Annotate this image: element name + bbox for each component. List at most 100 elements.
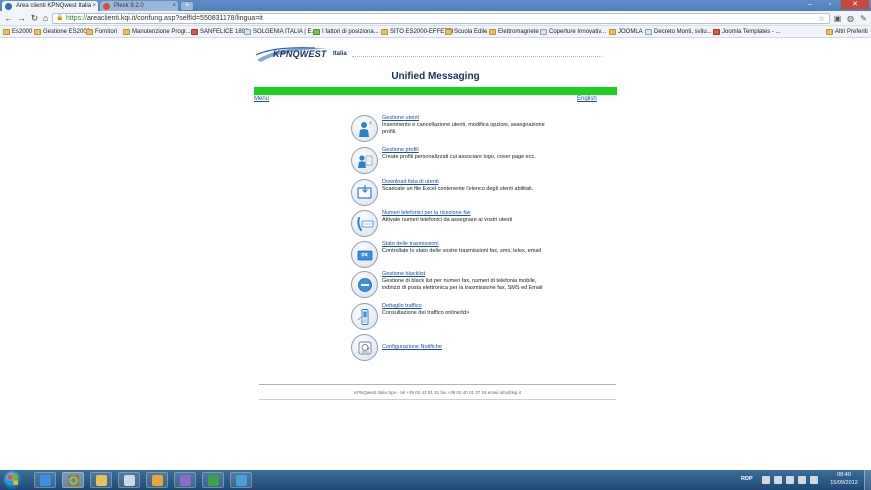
bookmark-elettromagnete[interactable]: Elettromagnete: [489, 27, 539, 37]
bookmark-label: Elettromagnete: [498, 29, 539, 35]
gestione-profili-link[interactable]: Gestione profili: [382, 147, 552, 154]
bookmark-decreto-monti[interactable]: Decreto Monti, svilu...: [645, 27, 712, 37]
home-button[interactable]: ⌂: [40, 13, 51, 24]
bookmark-joomla-templates[interactable]: Joomla Templates - ...: [713, 27, 781, 37]
forward-button[interactable]: →: [16, 13, 27, 24]
taskbar-app[interactable]: [230, 472, 252, 488]
address-bar[interactable]: 🔒 https://areaclienti.kqi.it/confung.asp…: [52, 13, 830, 24]
taskbar-app[interactable]: [174, 472, 196, 488]
taskbar-explorer[interactable]: [90, 472, 112, 488]
numeri-telefonici-link[interactable]: Numeri telefonici per la ricezione fax: [382, 210, 552, 217]
input-language[interactable]: RDP: [741, 476, 753, 482]
close-window-button[interactable]: ✕: [841, 0, 869, 9]
window-icon: [124, 475, 135, 486]
volume-icon[interactable]: [810, 476, 818, 484]
tab-close-icon[interactable]: ×: [92, 1, 96, 11]
tab-area-clienti[interactable]: Area clienti KPNQwest Italia ×: [2, 1, 98, 11]
bookmark-joomla[interactable]: JOOMLA: [609, 27, 643, 37]
bookmark-manutenzione[interactable]: Manutenzione Progr...: [123, 27, 191, 37]
folder-icon: [3, 29, 10, 35]
new-tab-button[interactable]: +: [181, 2, 193, 10]
reload-button[interactable]: ↻: [29, 13, 40, 24]
english-link[interactable]: English: [577, 96, 597, 102]
favicon-icon: [5, 3, 12, 10]
bookmark-gestione-es2000[interactable]: Gestione ES2000: [34, 27, 90, 37]
folder-icon: [489, 29, 496, 35]
app-icon: [236, 475, 247, 486]
header-bar: [254, 87, 617, 95]
taskbar-media[interactable]: [146, 472, 168, 488]
back-button[interactable]: ←: [3, 13, 14, 24]
bookmark-label: Altri Preferiti: [835, 29, 868, 35]
page-icon: [713, 29, 720, 35]
traffic-icon[interactable]: [351, 303, 378, 330]
minimize-button[interactable]: –: [801, 0, 819, 9]
menu-item-description: Consultazione del traffico online/td>: [382, 310, 470, 316]
gestione-blacklist-link[interactable]: Gestione blacklist: [382, 271, 552, 278]
clock-time[interactable]: 08:40: [829, 472, 859, 478]
status-icon[interactable]: [351, 241, 378, 268]
network-icon[interactable]: [798, 476, 806, 484]
stato-trasmissioni-link[interactable]: Stato delle trasmissioni: [382, 241, 552, 248]
tray-icon[interactable]: [786, 476, 794, 484]
folder-icon: [86, 29, 93, 35]
blacklist-icon[interactable]: [351, 271, 378, 298]
download-lista-link[interactable]: Download lista di utenti: [382, 179, 552, 186]
bookmark-label: I fattori di posiziona...: [322, 29, 379, 35]
phone-icon[interactable]: [351, 210, 378, 237]
media-icon: [152, 475, 163, 486]
configurazione-notifiche-link[interactable]: Configurazione Notifiche: [382, 344, 552, 351]
logo-text: KPNQWEST: [273, 49, 327, 59]
dettaglio-traffico-link[interactable]: Dettaglio traffico: [382, 303, 552, 310]
browser-titlebar: Area clienti KPNQwest Italia × Plesk 9.2…: [0, 0, 871, 11]
bookmark-label: SANFELICE 1893: [200, 29, 249, 35]
taskbar-ie[interactable]: [34, 472, 56, 488]
folder-icon: [609, 29, 616, 35]
bookmark-label: JOOMLA: [618, 29, 643, 35]
folder-icon: [826, 29, 833, 35]
bookmark-label: SITO ES2000-EFFETTI: [390, 29, 454, 35]
header-divider: [352, 56, 602, 57]
taskbar-chrome[interactable]: [62, 472, 84, 488]
lock-icon: 🔒: [56, 15, 64, 21]
maximize-button[interactable]: ▫: [821, 0, 839, 9]
tray-icon[interactable]: [774, 476, 782, 484]
tab-close-icon[interactable]: ×: [172, 1, 176, 11]
footer-divider: [259, 399, 616, 400]
bookmark-solgenia[interactable]: SOLGENIA ITALIA | E...: [244, 27, 316, 37]
page-icon: [540, 29, 547, 35]
tab-plesk[interactable]: Plesk 9.2.0 ×: [100, 1, 178, 11]
users-icon[interactable]: [351, 115, 378, 142]
extension-icon[interactable]: ▣: [832, 13, 843, 24]
taskbar-app[interactable]: [118, 472, 140, 488]
tray-icon[interactable]: [762, 476, 770, 484]
bookmark-altri-preferiti[interactable]: Altri Preferiti: [826, 27, 868, 37]
notification-icon[interactable]: [351, 334, 378, 361]
bookmark-fattori[interactable]: I fattori di posiziona...: [313, 27, 379, 37]
start-button[interactable]: [4, 471, 22, 489]
bookmark-sito-es2000[interactable]: SITO ES2000-EFFETTI: [381, 27, 453, 37]
gestione-utenti-link[interactable]: Gestione utenti: [382, 115, 552, 122]
menu-link[interactable]: Menu: [254, 96, 269, 102]
browser-toolbar: ← → ↻ ⌂ 🔒 https://areaclienti.kqi.it/con…: [0, 11, 871, 26]
download-icon[interactable]: [351, 179, 378, 206]
bookmark-sanfelice[interactable]: SANFELICE 1893: [191, 27, 248, 37]
page-icon: [244, 29, 251, 35]
wrench-icon[interactable]: ✎: [858, 13, 869, 24]
page-icon: [645, 29, 652, 35]
bookmark-fornitori[interactable]: Fornitori: [86, 27, 117, 37]
favicon-icon: [103, 3, 110, 10]
profile-icon[interactable]: [351, 147, 378, 174]
bookmark-scuola-edile[interactable]: Scuola Edile: [445, 27, 487, 37]
clock-date[interactable]: 15/09/2012: [829, 480, 859, 486]
url-text: areaclienti.kqi.it/confung.asp?selfId=55…: [87, 15, 263, 22]
bookmark-coperture[interactable]: Coperture Innovativ...: [540, 27, 606, 37]
globe-icon[interactable]: ◍: [845, 13, 856, 24]
menu-item-description: Scaricate un file Excel contenente l'ele…: [382, 186, 534, 192]
tab-label: Area clienti KPNQwest Italia: [16, 3, 92, 9]
bookmark-star-icon[interactable]: ☆: [818, 14, 825, 23]
show-desktop-button[interactable]: [864, 470, 871, 490]
folder-icon: [123, 29, 130, 35]
taskbar-app[interactable]: [202, 472, 224, 488]
bookmark-es2000[interactable]: Es2000: [3, 27, 32, 37]
